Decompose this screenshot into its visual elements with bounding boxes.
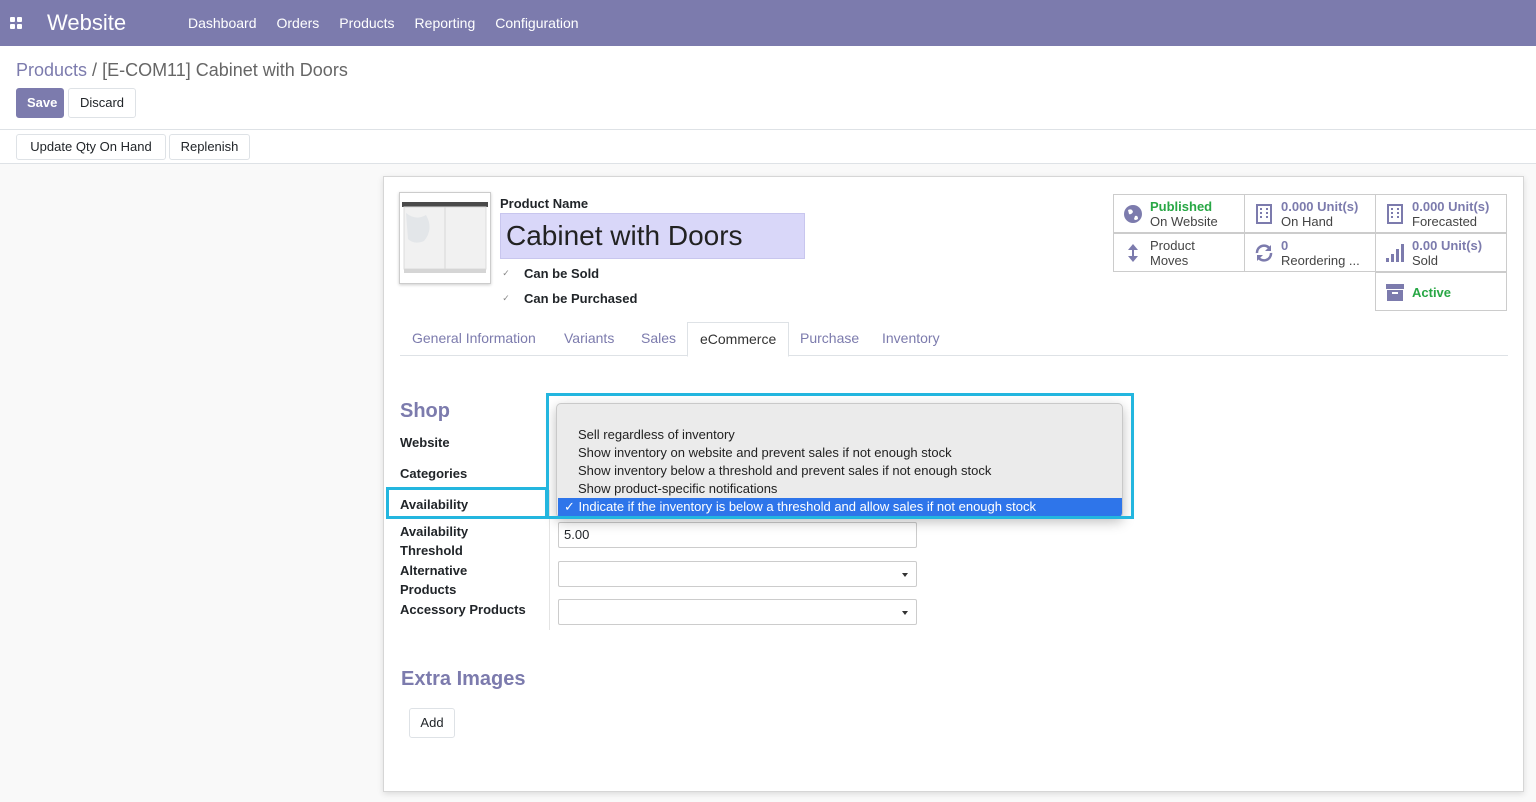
menu-configuration[interactable]: Configuration xyxy=(485,0,588,46)
product-moves-line1: Product xyxy=(1150,238,1195,253)
apps-grid-icon[interactable] xyxy=(10,17,22,29)
availability-threshold-input[interactable]: 5.00 xyxy=(558,522,917,548)
active-button[interactable]: Active xyxy=(1375,272,1507,311)
tab-inventory[interactable]: Inventory xyxy=(870,322,952,356)
on-hand-value: 0.000 xyxy=(1281,199,1314,214)
website-label: Website xyxy=(400,435,450,450)
globe-icon xyxy=(1124,205,1142,223)
signal-icon xyxy=(1386,244,1404,262)
add-extra-image-button[interactable]: Add xyxy=(409,708,455,738)
sold-value: 0.00 xyxy=(1412,238,1438,253)
tab-ecommerce[interactable]: eCommerce xyxy=(687,322,790,357)
status-bar: Update Qty On Hand Replenish xyxy=(0,130,1536,164)
breadcrumb: Products / [E-COM11] Cabinet with Doors xyxy=(16,60,348,81)
alternative-products-label-line2: Products xyxy=(400,582,457,597)
tab-sales[interactable]: Sales xyxy=(629,322,688,356)
update-qty-button[interactable]: Update Qty On Hand xyxy=(16,134,166,160)
alternative-products-label-line1: Alternative xyxy=(400,563,468,578)
menu-reporting[interactable]: Reporting xyxy=(405,0,486,46)
product-name-label: Product Name xyxy=(500,196,589,211)
can-be-purchased-row[interactable]: ✓ Can be Purchased xyxy=(500,289,637,307)
product-image[interactable] xyxy=(399,192,491,284)
product-name-input[interactable]: Cabinet with Doors xyxy=(500,213,805,259)
on-hand-button[interactable]: 0.000 Unit(s) On Hand xyxy=(1244,194,1376,233)
reordering-value: 0 xyxy=(1281,238,1289,253)
forecasted-label: Forecasted xyxy=(1412,214,1478,229)
forecasted-value: 0.000 xyxy=(1412,199,1445,214)
threshold-label-line2: Threshold xyxy=(400,543,463,558)
building-icon xyxy=(1256,204,1272,224)
menu-dashboard[interactable]: Dashboard xyxy=(178,0,267,46)
tab-variants[interactable]: Variants xyxy=(552,322,626,356)
tab-general-information[interactable]: General Information xyxy=(400,322,548,356)
accessory-products-label: Accessory Products xyxy=(400,602,526,617)
notebook-tabs: General Information Variants Sales eComm… xyxy=(400,322,1508,357)
refresh-icon xyxy=(1255,244,1273,262)
building-icon xyxy=(1387,204,1403,224)
sold-unit: Unit(s) xyxy=(1440,238,1483,253)
can-be-purchased-label: Can be Purchased xyxy=(524,290,638,306)
forecasted-unit: Unit(s) xyxy=(1448,199,1490,214)
can-be-purchased-checkbox[interactable]: ✓ xyxy=(500,292,512,304)
shop-group-title: Shop xyxy=(400,400,450,422)
product-moves-button[interactable]: Product Moves xyxy=(1113,233,1245,272)
sold-button[interactable]: 0.00 Unit(s) Sold xyxy=(1375,233,1507,272)
save-button[interactable]: Save xyxy=(16,88,64,118)
published-button[interactable]: Published On Website xyxy=(1113,194,1245,233)
caret-down-icon xyxy=(902,573,908,577)
can-be-sold-checkbox[interactable]: ✓ xyxy=(500,267,512,279)
published-status: Published xyxy=(1150,199,1213,214)
caret-down-icon xyxy=(902,611,908,615)
categories-label: Categories xyxy=(400,466,468,481)
can-be-sold-label: Can be Sold xyxy=(524,265,600,281)
on-hand-unit: Unit(s) xyxy=(1317,199,1359,214)
tab-purchase[interactable]: Purchase xyxy=(788,322,871,356)
top-navbar: Website Dashboard Orders Products Report… xyxy=(0,0,1536,46)
published-label: On Website xyxy=(1150,214,1218,229)
reordering-button[interactable]: 0 Reordering ... xyxy=(1244,233,1376,272)
archive-icon xyxy=(1386,284,1404,301)
menu-orders[interactable]: Orders xyxy=(267,0,330,46)
can-be-sold-row[interactable]: ✓ Can be Sold xyxy=(500,264,599,282)
arrows-v-icon xyxy=(1128,244,1138,262)
discard-button[interactable]: Discard xyxy=(68,88,136,118)
reordering-label: Reordering ... xyxy=(1281,253,1360,268)
on-hand-label: On Hand xyxy=(1281,214,1334,229)
extra-images-title: Extra Images xyxy=(401,668,526,690)
breadcrumb-products[interactable]: Products xyxy=(16,60,87,80)
replenish-button[interactable]: Replenish xyxy=(169,134,250,160)
product-moves-line2: Moves xyxy=(1150,253,1189,268)
control-panel: Products / [E-COM11] Cabinet with Doors Sa… xyxy=(0,46,1536,130)
forecasted-button[interactable]: 0.000 Unit(s) Forecasted xyxy=(1375,194,1507,233)
alternative-products-select[interactable] xyxy=(558,561,917,587)
availability-label-highlight xyxy=(386,487,548,519)
availability-dropdown-highlight xyxy=(546,393,1134,519)
breadcrumb-separator: / xyxy=(92,60,98,80)
threshold-label-line1: Availability xyxy=(400,524,469,539)
cabinet-image xyxy=(400,193,490,283)
active-label: Active xyxy=(1412,285,1452,300)
app-title: Website xyxy=(47,10,127,35)
menu-products[interactable]: Products xyxy=(329,0,404,46)
sold-label: Sold xyxy=(1412,253,1439,268)
breadcrumb-current: [E-COM11] Cabinet with Doors xyxy=(102,60,348,80)
main-menu: Dashboard Orders Products Reporting Conf… xyxy=(178,0,589,46)
accessory-products-select[interactable] xyxy=(558,599,917,625)
